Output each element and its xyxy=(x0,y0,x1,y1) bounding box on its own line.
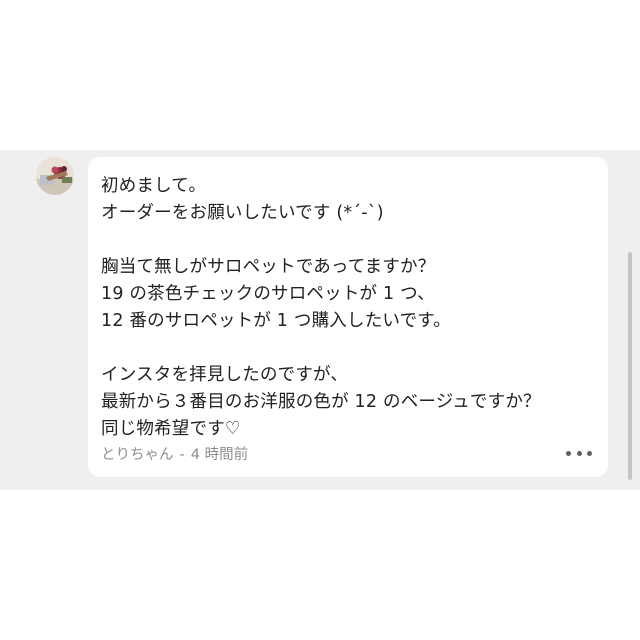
comment-line: 胸当て無しがサロペットであってますか？ xyxy=(101,257,436,277)
avatar-photo-icon xyxy=(36,157,74,195)
comment-line: オーダーをお願いしたいです (*´-`) xyxy=(101,203,384,223)
comment-meta: とりちゃん -4 時間前 xyxy=(101,443,248,464)
scrollbar[interactable] xyxy=(628,252,632,480)
comment-timestamp: 4 時間前 xyxy=(190,447,249,463)
comment-bubble: 初めまして。 オーダーをお願いしたいです (*´-`) 胸当て無しがサロペットで… xyxy=(88,157,608,477)
more-horizontal-icon xyxy=(587,450,592,456)
comment-line xyxy=(101,227,594,254)
comment-line: インスタを拝見したのですが、 xyxy=(101,365,349,385)
comment-text: 初めまして。 オーダーをお願いしたいです (*´-`) 胸当て無しがサロペットで… xyxy=(101,173,594,443)
comment-line: 同じ物希望です♡ xyxy=(101,419,241,439)
comment-line xyxy=(101,335,594,362)
user-avatar[interactable] xyxy=(36,157,74,195)
comment-line: 19 の茶色チェックのサロペットが 1 つ、 xyxy=(101,284,435,304)
meta-separator: - xyxy=(179,447,185,463)
comment-line: 初めまして。 xyxy=(101,176,207,196)
comment-author[interactable]: とりちゃん xyxy=(101,447,174,463)
more-options-button[interactable] xyxy=(566,447,592,459)
comment-line: 最新から３番目のお洋服の色が 12 のベージュですか？ xyxy=(101,392,541,412)
more-horizontal-icon xyxy=(576,450,582,456)
comment-line: 12 番のサロペットが 1 つ購入したいです。 xyxy=(101,311,451,331)
more-horizontal-icon xyxy=(566,450,571,456)
